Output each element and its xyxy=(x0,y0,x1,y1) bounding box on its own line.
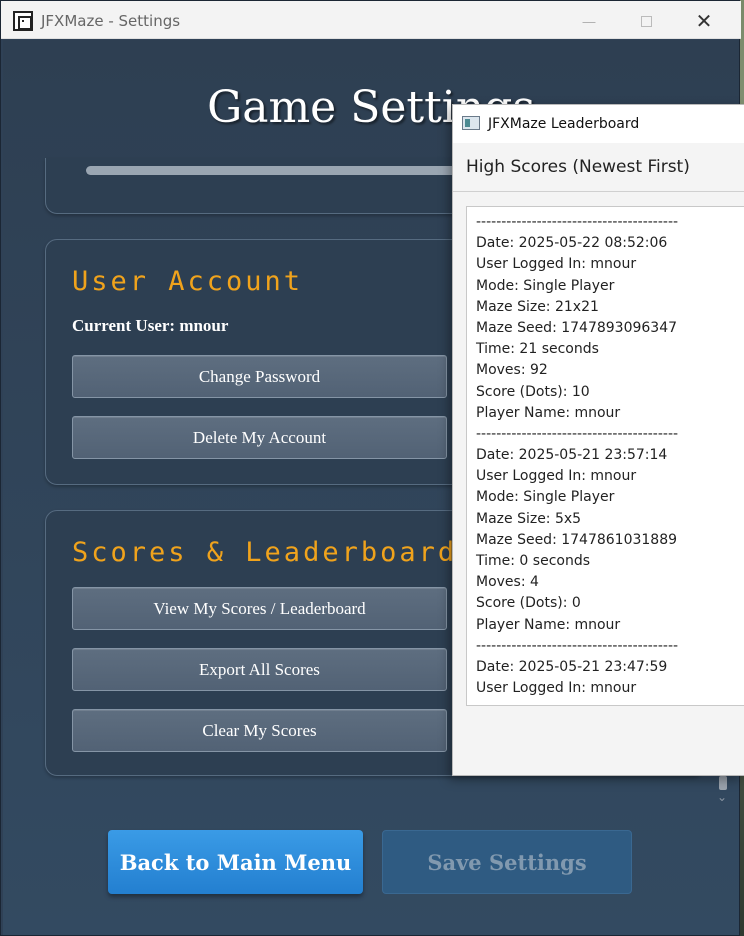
score-text-line: Mode: Single Player xyxy=(476,277,615,294)
user-account-heading: User Account xyxy=(72,266,304,297)
maximize-icon xyxy=(640,15,652,27)
score-text-line: User Logged In: mnour xyxy=(476,256,637,273)
title-bar: JFXMaze - Settings — ✕ xyxy=(1,1,741,39)
score-text-line: Moves: 92 xyxy=(476,362,548,379)
score-text-line: Score (Dots): 10 xyxy=(476,383,590,400)
window-title: JFXMaze - Settings xyxy=(41,12,181,30)
clear-scores-button[interactable]: Clear My Scores xyxy=(72,709,447,752)
score-text-line: User Logged In: mnour xyxy=(476,468,637,485)
close-button[interactable]: ✕ xyxy=(681,7,727,35)
scroll-down-icon[interactable]: ⌄ xyxy=(717,790,727,804)
app-maze-icon xyxy=(13,11,33,31)
score-text-line: Player Name: mnour xyxy=(476,404,621,421)
scores-text: ----------------------------------------… xyxy=(476,212,678,699)
leaderboard-heading: High Scores (Newest First) xyxy=(466,157,690,177)
scores-text-area[interactable]: ----------------------------------------… xyxy=(466,206,744,706)
minimize-button[interactable]: — xyxy=(566,7,612,35)
score-text-line: Score (Dots): 0 xyxy=(476,595,581,612)
leaderboard-window: JFXMaze Leaderboard High Scores (Newest … xyxy=(452,104,744,776)
export-scores-button[interactable]: Export All Scores xyxy=(72,648,447,691)
view-scores-button[interactable]: View My Scores / Leaderboard xyxy=(72,587,447,630)
score-text-line: Maze Seed: 1747861031889 xyxy=(476,531,678,548)
score-text-line: Moves: 4 xyxy=(476,574,539,591)
current-user-label: Current User: mnour xyxy=(72,316,229,335)
scroll-thumb[interactable] xyxy=(719,776,727,790)
score-text-line: Maze Size: 5x5 xyxy=(476,510,582,527)
close-icon: ✕ xyxy=(695,10,713,33)
score-text-line: Time: 0 seconds xyxy=(476,553,591,569)
score-text-line: Maze Seed: 1747893096347 xyxy=(476,319,678,336)
save-settings-button[interactable]: Save Settings xyxy=(382,830,632,894)
minimize-icon: — xyxy=(582,13,596,29)
score-text-line: User Logged In: mnour xyxy=(476,680,637,697)
score-text-line: Date: 2025-05-21 23:57:14 xyxy=(476,447,668,464)
score-text-line: Player Name: mnour xyxy=(476,616,621,633)
scores-heading: Scores & Leaderboard xyxy=(72,537,458,568)
score-text-line: ---------------------------------------- xyxy=(476,637,679,654)
score-text-line: Time: 21 seconds xyxy=(476,341,599,358)
maximize-button[interactable] xyxy=(623,7,669,35)
score-text-line: ---------------------------------------- xyxy=(476,425,679,442)
volume-slider[interactable] xyxy=(86,166,466,175)
score-text-line: Maze Size: 21x21 xyxy=(476,298,599,315)
back-to-main-menu-button[interactable]: Back to Main Menu xyxy=(108,830,363,894)
divider xyxy=(453,191,744,192)
score-text-line: Date: 2025-05-21 23:47:59 xyxy=(476,658,668,675)
leaderboard-window-title: JFXMaze Leaderboard xyxy=(488,116,640,132)
score-text-line: ---------------------------------------- xyxy=(476,214,679,230)
leaderboard-app-icon xyxy=(462,116,480,130)
score-text-line: Mode: Single Player xyxy=(476,489,615,506)
delete-account-button[interactable]: Delete My Account xyxy=(72,416,447,459)
score-text-line: Date: 2025-05-22 08:52:06 xyxy=(476,235,668,252)
change-password-button[interactable]: Change Password xyxy=(72,355,447,398)
scrollbar[interactable]: ⌄ xyxy=(717,776,729,828)
leaderboard-title-bar: JFXMaze Leaderboard xyxy=(453,105,744,143)
